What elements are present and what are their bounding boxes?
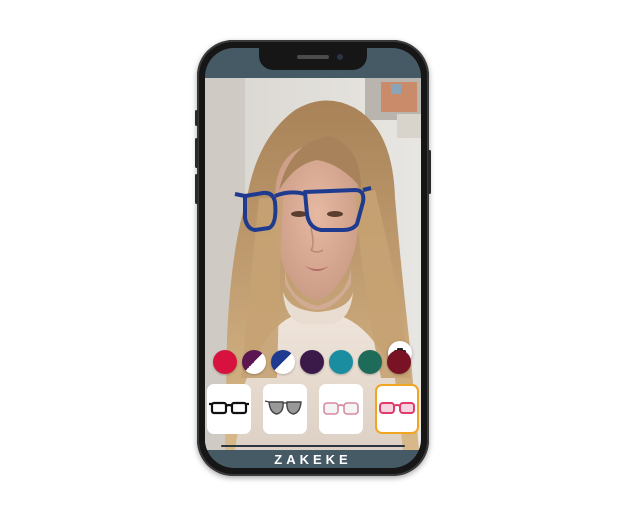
front-camera-icon xyxy=(337,54,343,60)
volume-up-button xyxy=(195,138,198,168)
swatch-purple-speckle[interactable] xyxy=(242,350,266,374)
pink-red-glasses-icon xyxy=(379,402,415,414)
swatch-burgundy-speckle[interactable] xyxy=(387,350,411,374)
black-rectangular-glasses-icon xyxy=(209,401,249,415)
swatch-blue-speckle[interactable] xyxy=(271,350,295,374)
frame-pink-red-selected[interactable] xyxy=(375,384,419,434)
color-swatch-row xyxy=(213,350,421,376)
power-button xyxy=(428,150,431,194)
brand-logo: ZAKEKE xyxy=(274,452,352,467)
grey-aviator-glasses-icon xyxy=(264,400,302,415)
frame-carousel xyxy=(205,384,421,434)
swatch-red[interactable] xyxy=(213,350,237,374)
pink-clear-glasses-icon xyxy=(323,402,359,415)
mute-switch xyxy=(195,110,198,126)
phone-screen: ZAKEKE xyxy=(205,48,421,468)
notch xyxy=(259,48,367,70)
home-indicator xyxy=(221,445,405,447)
frame-black-rectangular[interactable] xyxy=(207,384,251,434)
swatch-green-speckle[interactable] xyxy=(358,350,382,374)
speaker-grille xyxy=(297,55,329,59)
frame-grey-aviator[interactable] xyxy=(263,384,307,434)
swatch-dark-purple[interactable] xyxy=(300,350,324,374)
swatch-teal[interactable] xyxy=(329,350,353,374)
volume-down-button xyxy=(195,174,198,204)
frame-pink-clear[interactable] xyxy=(319,384,363,434)
phone-mockup: ZAKEKE xyxy=(195,40,431,476)
